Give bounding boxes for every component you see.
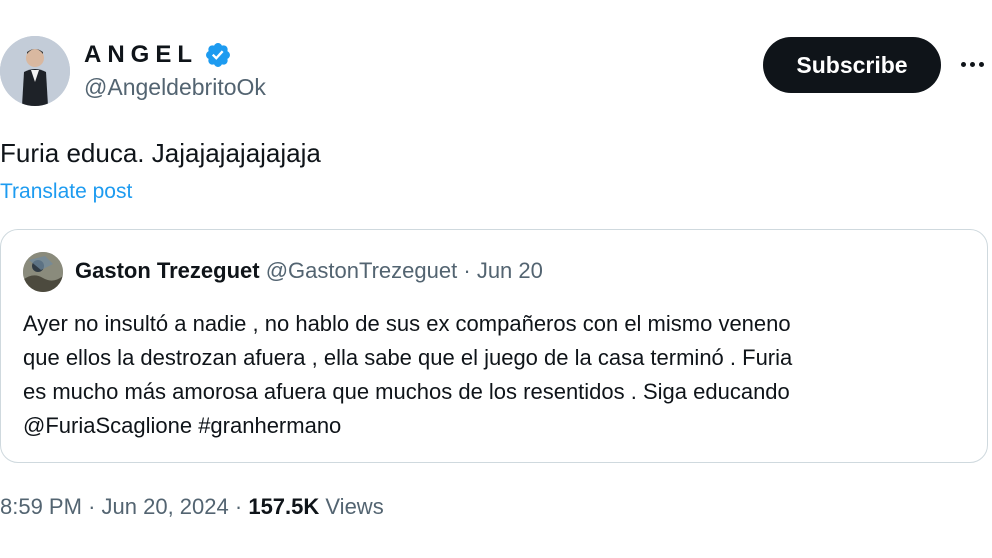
subscribe-button[interactable]: Subscribe bbox=[763, 37, 941, 93]
quoted-author-handle[interactable]: @GastonTrezeguet bbox=[266, 258, 458, 283]
post-text: Furia educa. Jajajajajajajaja bbox=[0, 138, 321, 168]
separator-dot: · bbox=[234, 494, 243, 519]
quoted-author-name[interactable]: Gaston Trezeguet bbox=[75, 258, 260, 283]
quoted-author-avatar[interactable] bbox=[23, 252, 63, 292]
dot bbox=[978, 61, 984, 67]
more-options-icon[interactable] bbox=[952, 48, 992, 80]
post-date[interactable]: Jun 20, 2024 bbox=[102, 494, 229, 519]
verified-badge-icon[interactable] bbox=[204, 41, 232, 69]
separator-dot: · bbox=[88, 494, 96, 519]
post-meta: 8:59 PM · Jun 20, 2024 · 157.5K Views bbox=[0, 494, 384, 520]
dot bbox=[960, 61, 966, 67]
post-time[interactable]: 8:59 PM bbox=[0, 494, 82, 519]
dot bbox=[969, 61, 975, 67]
quoted-text-line: Ayer no insultó a nadie , no hablo de su… bbox=[23, 311, 791, 336]
quoted-post-date[interactable]: Jun 20 bbox=[477, 258, 543, 283]
quoted-text-line: que ellos la destrozan afuera , ella sab… bbox=[23, 345, 793, 370]
quoted-post-text: Ayer no insultó a nadie , no hablo de su… bbox=[23, 307, 973, 443]
translate-post-link[interactable]: Translate post bbox=[0, 180, 132, 204]
author-name-row: ANGEL bbox=[84, 40, 232, 70]
quoted-text-line: @FuriaScaglione #granhermano bbox=[23, 413, 342, 438]
views-label: Views bbox=[325, 494, 384, 519]
quoted-post-header: Gaston Trezeguet @GastonTrezeguet · Jun … bbox=[75, 258, 543, 284]
author-avatar[interactable] bbox=[0, 36, 70, 106]
quoted-post[interactable]: Gaston Trezeguet @GastonTrezeguet · Jun … bbox=[0, 229, 988, 463]
author-name[interactable]: ANGEL bbox=[84, 41, 198, 69]
views-count: 157.5K bbox=[248, 494, 320, 519]
quoted-text-line: es mucho más amorosa afuera que muchos d… bbox=[23, 379, 790, 404]
author-handle[interactable]: @AngeldebritoOk bbox=[84, 74, 266, 101]
separator-dot: · bbox=[463, 258, 471, 283]
